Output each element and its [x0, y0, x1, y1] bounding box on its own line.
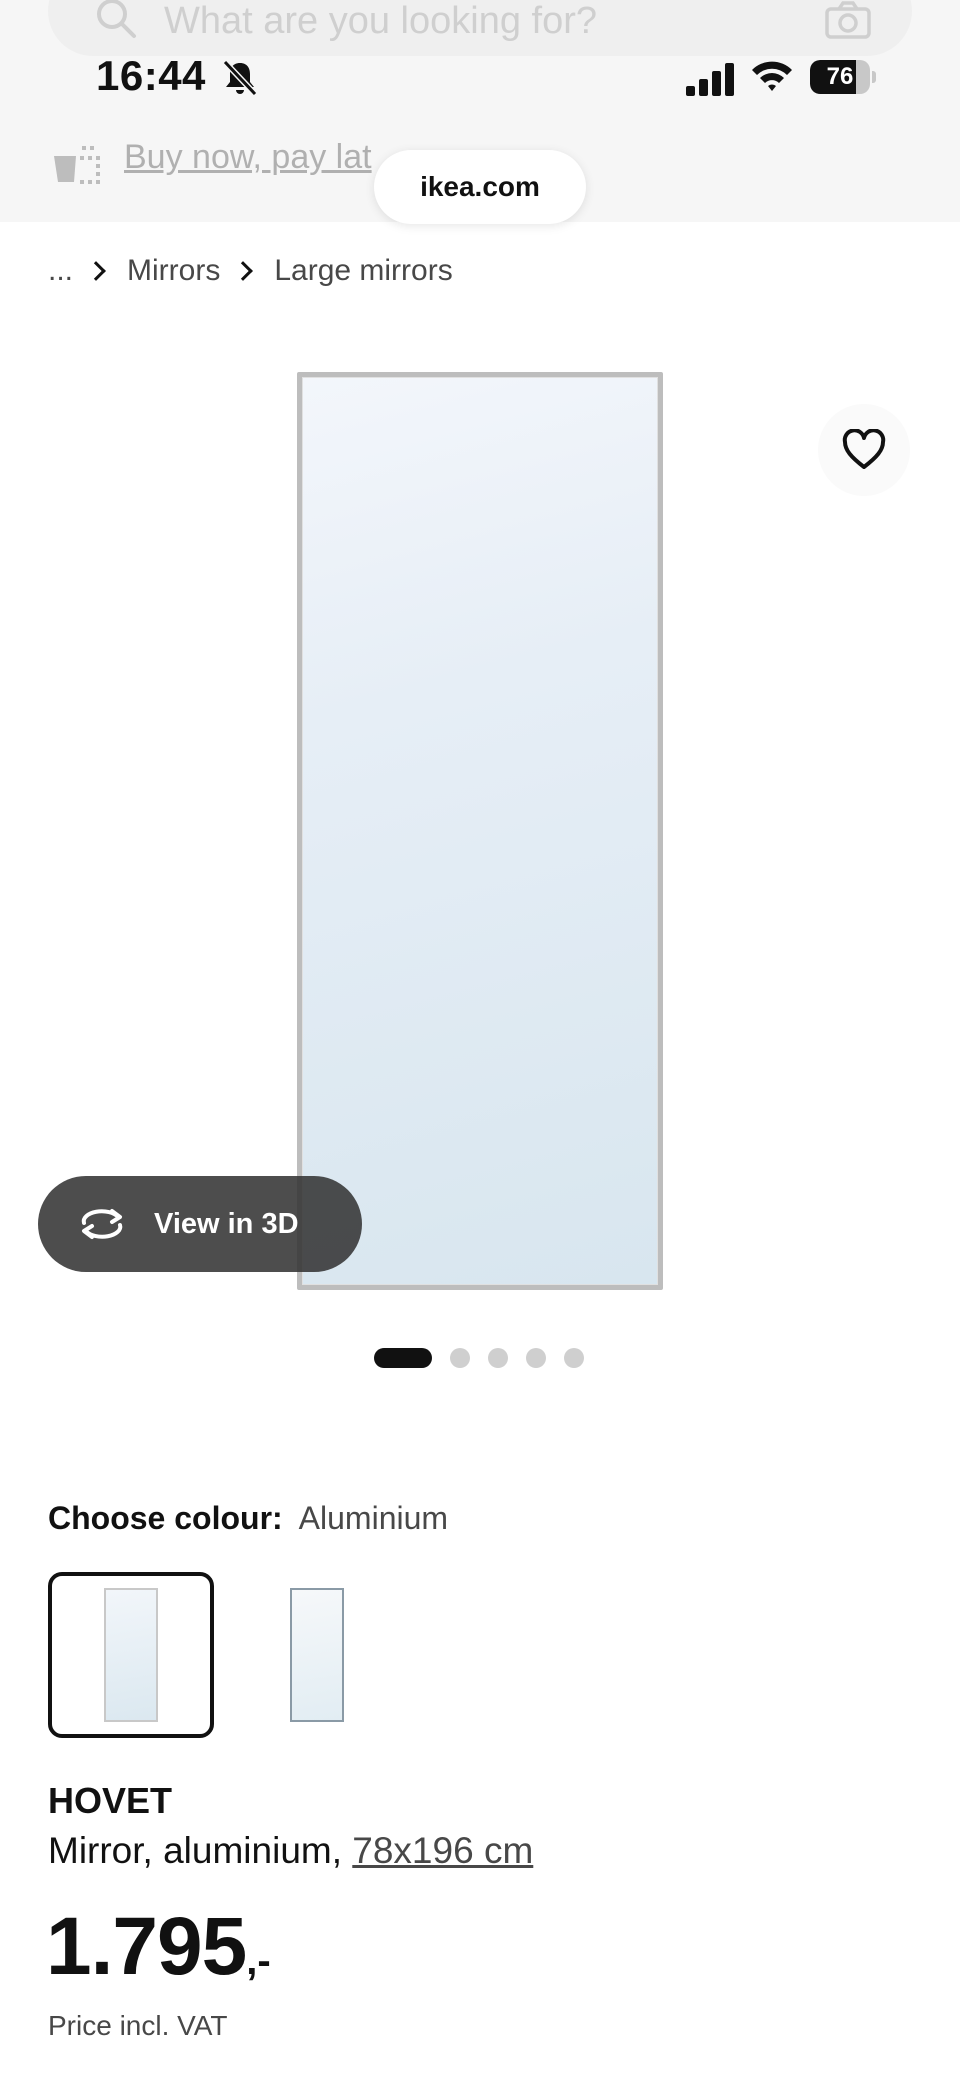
breadcrumb-item-large-mirrors[interactable]: Large mirrors	[274, 254, 452, 288]
chevron-right-icon	[233, 261, 254, 281]
price-note: Price incl. VAT	[48, 2010, 228, 2041]
pagination-dot-active[interactable]	[374, 1348, 432, 1368]
search-icon	[97, 0, 136, 38]
colour-swatch-alternative[interactable]	[234, 1572, 400, 1738]
breadcrumb: ... Mirrors Large mirrors	[48, 250, 453, 292]
search-input[interactable]: What are you looking for?	[164, 0, 597, 43]
product-size-link[interactable]: 78x196 cm	[352, 1830, 533, 1871]
product-image[interactable]	[297, 372, 663, 1290]
pagination-dot[interactable]	[564, 1348, 584, 1368]
colour-label: Choose colour:	[48, 1500, 283, 1536]
buy-now-pay-later-link[interactable]: Buy now, pay lat	[124, 138, 372, 177]
product-type: Mirror, aluminium,	[48, 1830, 353, 1871]
price-value: 1.795	[46, 1901, 247, 1992]
colour-swatch-aluminium[interactable]	[48, 1572, 214, 1738]
signal-icon	[686, 63, 734, 96]
image-pagination-dots[interactable]	[374, 1348, 584, 1368]
top-chrome: What are you looking for? 16:44 76 Buy n…	[0, 0, 960, 224]
colour-chooser: Choose colour: Aluminium	[48, 1500, 448, 1537]
view-in-3d-button[interactable]: View in 3D	[38, 1176, 362, 1272]
rotate-3d-icon	[81, 1209, 123, 1239]
colour-value: Aluminium	[298, 1500, 449, 1536]
wifi-icon	[752, 61, 792, 91]
pagination-dot[interactable]	[450, 1348, 470, 1368]
heart-icon	[842, 429, 886, 469]
search-bar[interactable]: What are you looking for?	[48, 0, 912, 56]
status-time: 16:44	[96, 52, 206, 99]
product-description: Mirror, aluminium, 78x196 cm	[48, 1830, 533, 1872]
battery-indicator: 76	[810, 60, 876, 94]
chevron-right-icon	[86, 261, 106, 281]
camera-icon[interactable]	[824, 0, 872, 40]
battery-level: 76	[826, 63, 854, 90]
swatch-image	[290, 1588, 344, 1722]
favourite-button[interactable]	[818, 404, 910, 496]
product-price: 1.795,-	[46, 1900, 271, 1994]
bell-muted-icon	[222, 59, 258, 97]
url-bar[interactable]: ikea.com	[374, 150, 586, 224]
breadcrumb-item-mirrors[interactable]: Mirrors	[127, 254, 220, 288]
view-in-3d-label: View in 3D	[154, 1207, 299, 1240]
price-suffix: ,-	[246, 1939, 271, 1983]
pagination-dot[interactable]	[488, 1348, 508, 1368]
pagination-dot[interactable]	[526, 1348, 546, 1368]
shopping-bag-icon	[54, 146, 100, 184]
product-name: HOVET	[48, 1780, 173, 1821]
swatch-image	[104, 1588, 158, 1722]
breadcrumb-ellipsis[interactable]: ...	[48, 254, 73, 288]
